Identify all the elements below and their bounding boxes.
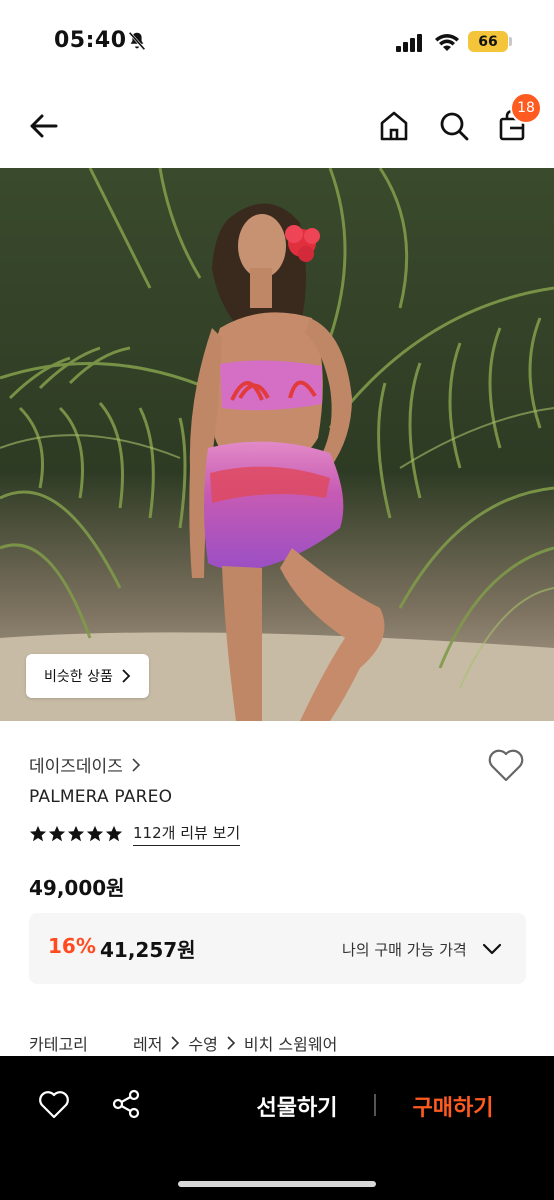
review-link[interactable]: 112개 리뷰 보기 xyxy=(133,822,241,846)
category-item[interactable]: 수영 xyxy=(188,1031,217,1055)
star-icon xyxy=(67,825,85,842)
wishlist-heart-icon[interactable] xyxy=(486,746,526,784)
star-icon xyxy=(29,825,47,842)
signal-icon xyxy=(396,34,422,52)
cart-count: 18 xyxy=(517,100,535,116)
star-icon xyxy=(48,825,66,842)
similar-products-label: 비슷한 상품 xyxy=(44,669,113,685)
battery-indicator: 66 xyxy=(468,31,508,52)
chevron-right-icon xyxy=(132,757,140,772)
home-icon[interactable] xyxy=(376,108,412,144)
cart-badge: 18 xyxy=(510,92,542,124)
divider xyxy=(374,1094,376,1116)
bottom-action-bar: 선물하기 구매하기 xyxy=(0,1056,554,1200)
chevron-right-icon xyxy=(122,669,131,683)
heart-icon[interactable] xyxy=(38,1090,70,1120)
back-arrow-icon[interactable] xyxy=(26,108,62,144)
home-indicator xyxy=(178,1181,376,1187)
star-icon xyxy=(105,825,123,842)
chevron-right-icon xyxy=(227,1036,236,1050)
category-breadcrumb: 레저 수영 비치 스윔웨어 xyxy=(133,1031,337,1055)
top-nav: 18 xyxy=(0,84,554,168)
brand-name: 데이즈데이즈 xyxy=(29,757,123,777)
rating-row: 112개 리뷰 보기 xyxy=(29,822,241,846)
battery-level: 66 xyxy=(478,33,498,50)
star-rating xyxy=(29,825,123,843)
my-price-label: 나의 구매 가능 가격 xyxy=(342,941,467,959)
category-item[interactable]: 비치 스윔웨어 xyxy=(244,1031,337,1055)
my-price-box[interactable]: 16% 41,257원 나의 구매 가능 가격 xyxy=(29,913,526,984)
status-bar: 05:40 66 xyxy=(0,0,554,84)
brand-link[interactable]: 데이즈데이즈 xyxy=(29,752,141,777)
category-item[interactable]: 레저 xyxy=(133,1031,162,1055)
product-photo xyxy=(0,168,554,721)
original-price: 49,000원 xyxy=(29,876,125,900)
similar-products-button[interactable]: 비슷한 상품 xyxy=(26,654,149,698)
chevron-right-icon xyxy=(171,1036,180,1050)
bell-muted-icon xyxy=(128,31,146,51)
chevron-down-icon[interactable] xyxy=(481,939,503,959)
discount-price: 41,257원 xyxy=(100,938,196,962)
search-icon[interactable] xyxy=(436,108,472,144)
buy-button[interactable]: 구매하기 xyxy=(398,1086,508,1126)
wifi-icon xyxy=(435,34,459,51)
category-label: 카테고리 xyxy=(29,1035,88,1054)
share-icon[interactable] xyxy=(110,1088,142,1120)
product-name: PALMERA PAREO xyxy=(29,787,173,807)
product-image[interactable] xyxy=(0,168,554,721)
star-icon xyxy=(86,825,104,842)
gift-button[interactable]: 선물하기 xyxy=(242,1086,352,1126)
battery-tip xyxy=(509,37,512,46)
status-time: 05:40 xyxy=(54,28,127,53)
discount-rate: 16% xyxy=(48,934,96,958)
